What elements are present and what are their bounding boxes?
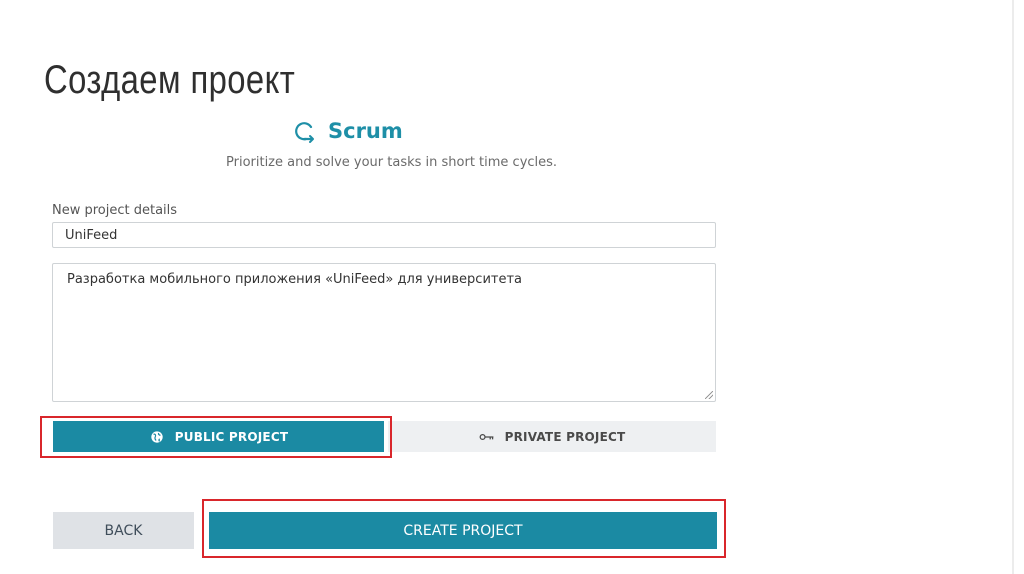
details-label: New project details: [52, 203, 178, 218]
slide-title: Создаем проект: [44, 58, 296, 102]
project-description-value: Разработка мобильного приложения «UniFee…: [67, 272, 522, 287]
public-project-button[interactable]: PUBLIC PROJECT: [53, 421, 384, 452]
slide-edge-line: [1012, 0, 1014, 574]
cycle-arrow-icon: [295, 122, 314, 143]
scrum-header: Scrum: [292, 118, 403, 144]
back-button[interactable]: BACK: [53, 512, 194, 549]
create-project-button[interactable]: CREATE PROJECT: [209, 512, 717, 549]
textarea-resize-handle[interactable]: [705, 391, 713, 399]
globe-icon: [151, 430, 163, 443]
project-name-input[interactable]: UniFeed: [52, 222, 716, 248]
project-name-value: UniFeed: [65, 227, 118, 243]
public-project-label: PUBLIC PROJECT: [174, 429, 289, 444]
private-project-button[interactable]: PRIVATE PROJECT: [388, 421, 716, 452]
project-description-textarea[interactable]: Разработка мобильного приложения «UniFee…: [52, 263, 716, 402]
private-project-label: PRIVATE PROJECT: [504, 429, 626, 444]
methodology-subtitle: Prioritize and solve your tasks in short…: [226, 155, 558, 170]
methodology-title: Scrum: [328, 119, 403, 143]
key-icon: [479, 433, 494, 440]
